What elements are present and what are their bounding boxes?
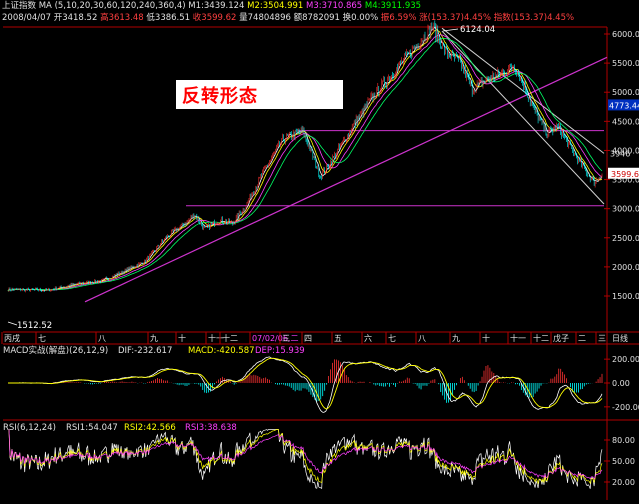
macd-tick-label: 200.00 bbox=[612, 355, 639, 364]
stock-chart: 6000.005500.005000.004500.004000.003500.… bbox=[0, 0, 639, 500]
low-price-label: 1512.52 bbox=[17, 321, 52, 331]
month-label: 五 bbox=[334, 334, 342, 343]
rsi-tick-label: 50.00 bbox=[612, 457, 635, 466]
date-tag-label: 日线 bbox=[612, 333, 628, 343]
month-label: 八 bbox=[98, 334, 106, 343]
price-tick-label: 2000.00 bbox=[612, 263, 639, 272]
header-row-2: 2008/04/07 开3418.52 高3613.48 低3386.51 收3… bbox=[2, 13, 574, 23]
amount-value: 额8782091 bbox=[293, 13, 340, 23]
chart-stage: 6000.005500.005000.004500.004000.003500.… bbox=[0, 0, 639, 500]
month-label: 九 bbox=[150, 334, 158, 343]
month-label: 四 bbox=[304, 334, 312, 343]
header-row-1: 上证指数 MA (5,10,20,30,60,120,240,360,4) M1… bbox=[2, 1, 421, 11]
index-change-value: 指数(153.37)4.45% bbox=[493, 13, 575, 23]
ma-params: MA (5,10,20,30,60,120,240,360,4) bbox=[38, 1, 186, 11]
turnover-value: 换0.00% bbox=[342, 13, 379, 23]
amplitude-value: 振6.59% bbox=[380, 13, 417, 23]
ma-m2: M2:3504.991 bbox=[247, 1, 304, 11]
month-label: 七 bbox=[38, 334, 46, 343]
open-value: 开3418.52 bbox=[53, 13, 98, 23]
month-label: 二 bbox=[578, 334, 586, 343]
month-label: 八 bbox=[418, 334, 426, 343]
ma-m4: M4:3911.935 bbox=[364, 1, 422, 11]
ma-m3: M3:3710.865 bbox=[306, 1, 363, 11]
month-label: 三 bbox=[598, 334, 606, 343]
rsi3-label: RSI3:38.638 bbox=[185, 423, 237, 433]
month-label: 十 bbox=[178, 333, 186, 343]
rsi-tick-label: 20.00 bbox=[612, 478, 635, 487]
month-label: 七 bbox=[388, 334, 396, 343]
price-tick-label: 4500.00 bbox=[612, 117, 639, 126]
month-label: 十 bbox=[482, 333, 490, 343]
month-label: 丙戌 bbox=[4, 333, 20, 343]
price-tick-label: 3000.00 bbox=[612, 205, 639, 214]
month-label: 十一 bbox=[510, 333, 526, 343]
month-label: 十二 bbox=[222, 333, 238, 343]
price-tick-label: 6000.00 bbox=[612, 30, 639, 39]
ma-m1: M1:3439.124 bbox=[188, 1, 245, 11]
index-name: 上证指数 bbox=[2, 1, 37, 11]
marker-top-label: 3946 bbox=[610, 150, 630, 159]
price-tick-label: 1500.00 bbox=[612, 292, 639, 301]
macd-tick-label: -200.00 bbox=[612, 403, 639, 412]
marker-price-label: 4773.44 bbox=[609, 101, 639, 110]
high-price-label: 6124.04 bbox=[460, 25, 495, 35]
macd-dep: DEP:15.939 bbox=[255, 346, 305, 356]
current-price-label: 3599.6 bbox=[611, 170, 639, 179]
pattern-title: 反转形态 bbox=[182, 86, 258, 107]
price-tick-label: 2500.00 bbox=[612, 234, 639, 243]
volume-value: 量74804896 bbox=[239, 13, 291, 23]
macd-dif: DIF:-232.617 bbox=[118, 346, 172, 356]
low-value: 低3386.51 bbox=[146, 13, 191, 23]
month-label: 九 bbox=[452, 334, 460, 343]
rsi1-label: RSI1:54.047 bbox=[66, 423, 118, 433]
rsi2-label: RSI2:42.566 bbox=[124, 423, 176, 433]
rsi-tick-label: 80.00 bbox=[612, 436, 635, 445]
month-label: 戊子 bbox=[553, 333, 569, 343]
price-tick-label: 5000.00 bbox=[612, 88, 639, 97]
change-value: 涨(153.37)4.45% bbox=[419, 13, 491, 23]
month-label: 07/02/06,二 bbox=[252, 334, 298, 343]
month-label: 三 bbox=[282, 334, 290, 343]
bar-date: 2008/04/07 bbox=[2, 13, 51, 23]
annotation-box: 反转形态 bbox=[176, 80, 343, 109]
macd-tick-label: 0.00 bbox=[612, 379, 630, 388]
month-label: 十二 bbox=[533, 333, 549, 343]
rsi-title: RSI(6,12,24) bbox=[3, 423, 56, 433]
close-value: 收3599.62 bbox=[192, 13, 237, 23]
macd-macd: MACD:-420.587 bbox=[188, 346, 255, 356]
macd-title: MACD实战(解盘)(26,12,9) bbox=[3, 345, 108, 356]
month-label: 六 bbox=[364, 333, 372, 343]
price-tick-label: 5500.00 bbox=[612, 59, 639, 68]
high-value: 高3613.48 bbox=[100, 13, 144, 23]
